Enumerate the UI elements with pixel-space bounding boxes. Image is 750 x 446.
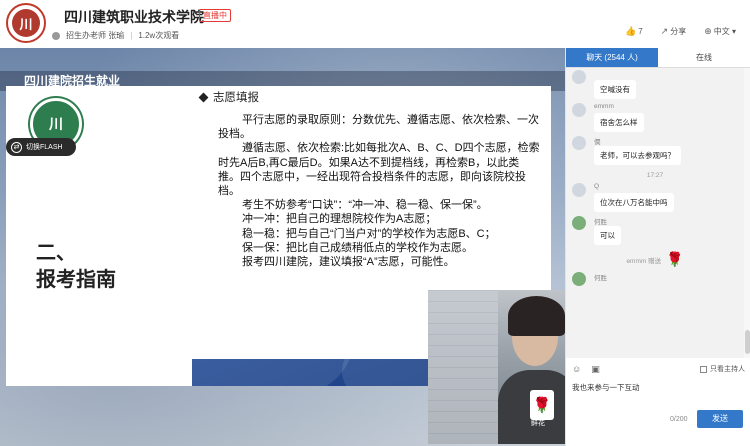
wall-background: [428, 290, 498, 444]
chat-panel: 聊天 (2544 人) 在线 空喊没有 emmm 宿舍怎么样 僴 老师，可以去参…: [565, 48, 750, 446]
chat-toolbar: ☺ ▣ 只看主持人: [566, 360, 750, 378]
chat-message: Q 位次在八万名能中吗: [572, 183, 744, 212]
gift-notice: emmm 赠送 🌹: [566, 251, 744, 268]
logo-mark: 川: [12, 9, 40, 37]
message-user: [594, 70, 744, 79]
presenter-hair: [508, 296, 565, 336]
avatar: [572, 136, 586, 150]
paragraph: 冲一冲：把自己的理想院校作为A志愿；: [242, 213, 437, 226]
language-label: 中文: [713, 27, 730, 36]
share-label: 分享: [670, 27, 687, 36]
send-button[interactable]: 发送: [697, 410, 743, 428]
chat-scrollbar[interactable]: [744, 68, 750, 358]
school-logo: 川: [6, 3, 46, 43]
tab-chat[interactable]: 聊天 (2544 人): [566, 48, 658, 67]
message-text: 位次在八万名能中吗: [594, 193, 674, 212]
divider: |: [130, 31, 133, 40]
flower-icon: 🌹: [666, 251, 684, 267]
video-stage[interactable]: 四川建院招生就业 川 二、 报考指南 志愿填报 平行志愿的录取原则：分数优先、遵…: [0, 48, 565, 446]
emoji-icon[interactable]: ☺: [572, 364, 581, 374]
message-text: 宿舍怎么样: [594, 113, 644, 132]
paragraph: 遵循志愿、依次检索:比如每批次A、B、C、D四个志愿，检索时先A后B,再C最后D…: [218, 142, 540, 198]
view-count: 1.2w次观看: [138, 31, 180, 40]
globe-icon: ⊕: [704, 26, 712, 36]
message-user: Q: [594, 183, 600, 190]
chat-message: 空喊没有: [572, 70, 744, 99]
paragraph: 报考四川建院，建议填报“A”志愿，可能性。: [242, 256, 455, 269]
switch-flash-label: 切换FLASH: [26, 144, 63, 151]
tab-online[interactable]: 在线: [658, 48, 750, 67]
chat-input[interactable]: 我也来参与一下互动: [572, 382, 745, 412]
paragraph: 保一保：把比自己成绩稍低点的学校作为志愿。: [242, 241, 473, 254]
scrollbar-thumb[interactable]: [745, 330, 750, 354]
flower-gift-button[interactable]: 🌹: [530, 390, 554, 420]
flower-icon: 🌹: [532, 397, 552, 414]
top-header: 川 四川建筑职业技术学院 直播中 招生办老师 张瑜 | 1.2w次观看 👍 7 ↗…: [0, 0, 750, 48]
avatar: [572, 216, 586, 230]
card-heading-text: 志愿填报: [213, 92, 259, 104]
avatar: [572, 272, 586, 286]
message-user: 何胜: [594, 275, 607, 282]
avatar: [572, 70, 586, 84]
message-user: 何胜: [594, 219, 607, 226]
like-button[interactable]: 👍 7: [625, 26, 643, 37]
gift-label: 鲜花: [531, 420, 545, 427]
page-title: 四川建筑职业技术学院: [64, 9, 204, 25]
swap-icon: ⇄: [11, 141, 22, 153]
header-actions: 👍 7 ↗ 分享 ⊕ 中文 ▾: [625, 26, 736, 37]
switch-flash-button[interactable]: ⇄ 切换FLASH: [6, 138, 76, 156]
share-icon: ↗: [660, 26, 669, 36]
chat-message: 何胜 可以: [572, 216, 744, 245]
message-list: 空喊没有 emmm 宿舍怎么样 僴 老师，可以去参观吗？ 17:27 Q 位次在…: [566, 68, 744, 358]
char-counter: 0/200: [670, 416, 688, 423]
thumb-up-icon: 👍: [624, 26, 637, 36]
like-count: 7: [638, 27, 643, 36]
image-icon[interactable]: ▣: [591, 364, 600, 375]
host-avatar: [52, 31, 60, 40]
paragraph: 平行志愿的录取原则：分数优先、遵循志愿、依次检索、一次投档。: [218, 114, 539, 141]
diamond-bullet-icon: [198, 92, 209, 102]
broadcast-info: 招生办老师 张瑜 | 1.2w次观看: [52, 30, 179, 41]
language-select[interactable]: ⊕ 中文 ▾: [704, 26, 736, 37]
host-only-label: 只看主持人: [710, 366, 745, 373]
paragraph: 稳一稳：把与自己“门当户对”的学校作为志愿B、C；: [242, 227, 496, 240]
paragraph: 考生不妨参考“口诀”：“冲一冲、稳一稳、保一保”。: [242, 199, 488, 212]
message-user: 僴: [594, 139, 601, 146]
chevron-down-icon: ▾: [731, 27, 736, 36]
message-text: 可以: [594, 226, 621, 245]
timestamp: 17:27: [646, 172, 664, 179]
live-status-badge: 直播中: [199, 9, 231, 22]
chat-message: emmm 宿舍怎么样: [572, 103, 744, 132]
avatar: [572, 103, 586, 117]
host-only-checkbox[interactable]: [700, 365, 707, 373]
chat-message: 僴 老师，可以去参观吗？: [572, 136, 744, 165]
avatar: [572, 183, 586, 197]
message-user: emmm: [594, 103, 614, 110]
message-text: 空喊没有: [594, 80, 636, 99]
section-title: 报考指南: [36, 269, 116, 291]
host-name: 招生办老师 张瑜: [66, 31, 125, 40]
chat-message: 何胜: [572, 272, 744, 286]
chat-tabs: 聊天 (2544 人) 在线: [566, 48, 750, 68]
message-text: 老师，可以去参观吗？: [594, 146, 681, 165]
gift-notice-text: emmm 赠送: [626, 257, 662, 265]
share-button[interactable]: ↗ 分享: [661, 26, 687, 37]
section-number: 二、: [36, 242, 76, 264]
host-only-toggle[interactable]: 只看主持人: [700, 364, 745, 374]
card-heading: 志愿填报: [198, 89, 541, 105]
